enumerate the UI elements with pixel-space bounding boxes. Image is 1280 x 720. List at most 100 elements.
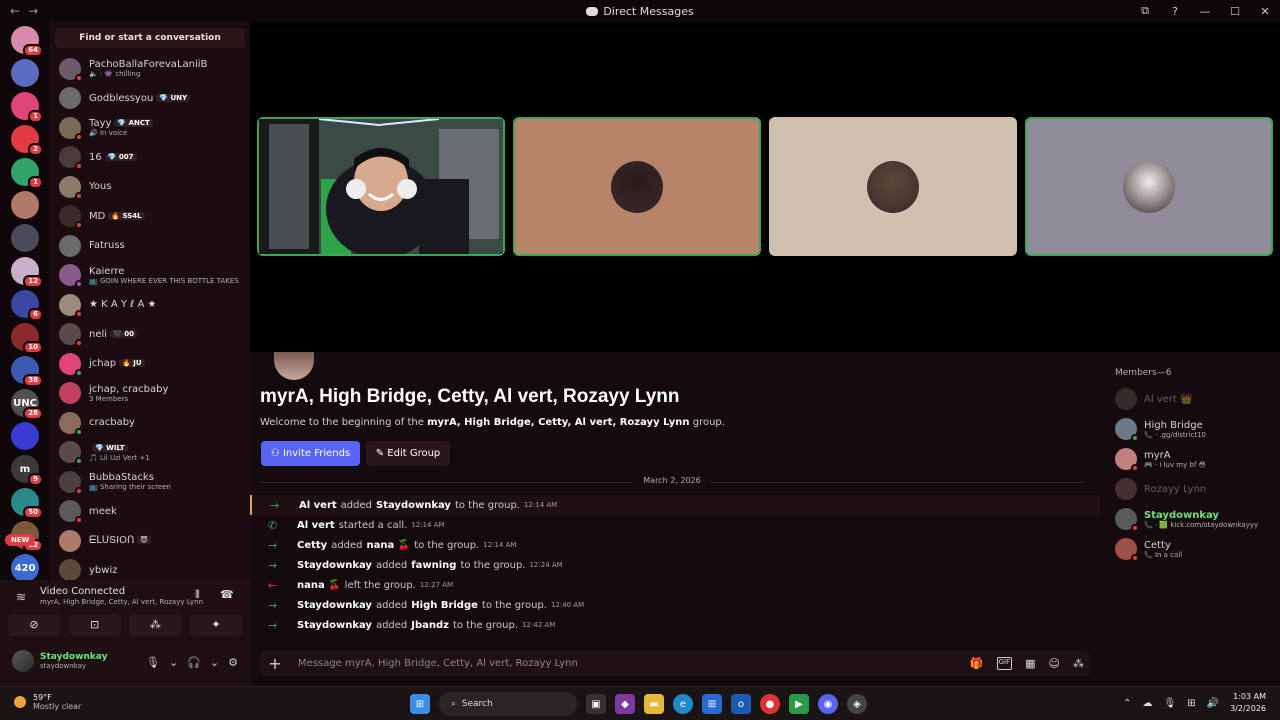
video-tile-webcam[interactable] bbox=[257, 117, 505, 256]
inbox-icon[interactable]: ⧉ bbox=[1130, 4, 1160, 18]
clock[interactable]: 1:03 AM 3/2/2026 bbox=[1230, 691, 1266, 715]
video-tile-3[interactable] bbox=[769, 117, 1017, 256]
member-item[interactable]: Rozayy Lynn bbox=[1115, 474, 1280, 504]
member-item[interactable]: Staydownkay 📞 · 🟩 kick.com/staydownkayyy bbox=[1115, 504, 1280, 534]
system-message[interactable]: → Staydownkay added High Bridge to the group… bbox=[250, 595, 1100, 615]
dm-search-button[interactable]: Find or start a conversation bbox=[55, 28, 245, 48]
message-target[interactable]: Staydownkay bbox=[376, 500, 451, 511]
message-target[interactable]: High Bridge bbox=[411, 600, 478, 611]
dm-item[interactable]: Godblessyou 💎 UNY bbox=[50, 84, 250, 114]
server-icon[interactable]: 1 bbox=[11, 92, 43, 123]
server-icon[interactable]: 420 bbox=[11, 554, 39, 580]
server-icon[interactable] bbox=[11, 191, 39, 219]
weather-widget[interactable]: 59°F Mostly clear bbox=[14, 693, 81, 711]
message-composer[interactable]: + Message myrA, High Bridge, Cetty, Al v… bbox=[260, 650, 1090, 676]
cloud-icon[interactable]: ☁ bbox=[1143, 698, 1153, 709]
dm-item[interactable]: Tayy 💎 ANCT 🔊 In voice bbox=[50, 113, 250, 143]
dm-item[interactable]: 16 💎 007 bbox=[50, 143, 250, 173]
server-icon[interactable]: 50 bbox=[11, 488, 43, 519]
dm-item[interactable]: meek bbox=[50, 497, 250, 527]
server-icon[interactable]: 12 bbox=[11, 257, 43, 288]
server-icon[interactable] bbox=[11, 224, 39, 252]
headphones-icon[interactable]: 🎧 bbox=[187, 656, 201, 669]
message-author[interactable]: Staydownkay bbox=[297, 560, 372, 571]
member-item[interactable]: High Bridge 📞 · .gg/district10 bbox=[1115, 414, 1280, 444]
dm-item[interactable]: ★ K A Y ℓ A ★ bbox=[50, 290, 250, 320]
dm-item[interactable]: 💎 WILT 🎵 Lil Uzi Vert +1 bbox=[50, 438, 250, 468]
dm-item[interactable]: Fatruss bbox=[50, 231, 250, 261]
windows-start-icon[interactable]: ⊞ bbox=[410, 694, 430, 714]
plus-icon[interactable]: + bbox=[260, 654, 290, 673]
edge-icon[interactable]: e bbox=[673, 694, 693, 714]
dm-item[interactable]: MD 🔥 SS4L bbox=[50, 202, 250, 232]
outlook-icon[interactable]: o bbox=[731, 694, 751, 714]
dm-item[interactable]: ybwiz bbox=[50, 556, 250, 580]
message-author[interactable]: nana 🍒 bbox=[297, 580, 341, 591]
message-input[interactable]: Message myrA, High Bridge, Cetty, Al ver… bbox=[298, 658, 578, 669]
edit-group-button[interactable]: ✎ Edit Group bbox=[366, 441, 450, 466]
server-icon[interactable]: 1 bbox=[11, 158, 43, 189]
app-icon[interactable]: ◈ bbox=[847, 694, 867, 714]
video-tile-2[interactable] bbox=[513, 117, 761, 256]
discord-app-icon[interactable]: ◉ bbox=[818, 694, 838, 714]
soundboard-button[interactable]: ✦ bbox=[189, 614, 242, 636]
server-icon[interactable]: 38 bbox=[11, 356, 43, 387]
server-icon[interactable]: 10 bbox=[11, 323, 43, 354]
server-icon[interactable] bbox=[11, 59, 39, 87]
camera-off-button[interactable]: ⊘ bbox=[8, 614, 60, 636]
system-message[interactable]: → Staydownkay added Jbandz to the group. 12:4… bbox=[250, 615, 1100, 635]
server-icon[interactable] bbox=[11, 422, 39, 450]
chrome-icon[interactable]: ● bbox=[760, 694, 780, 714]
dm-item[interactable]: Yous bbox=[50, 172, 250, 202]
current-user[interactable]: Staydownkay staydownkay bbox=[12, 650, 107, 672]
message-author[interactable]: Staydownkay bbox=[297, 620, 372, 631]
new-badge[interactable]: NEW bbox=[5, 534, 36, 546]
gift-icon[interactable]: 🎁 bbox=[970, 657, 984, 670]
member-item[interactable]: Al vert 👑 bbox=[1115, 384, 1280, 414]
apps-icon[interactable]: ⁂ bbox=[1073, 657, 1084, 670]
system-message[interactable]: → Staydownkay added fawning to the group. 12:… bbox=[250, 555, 1100, 575]
forward-arrow-icon[interactable]: → bbox=[28, 4, 38, 18]
help-icon[interactable]: ? bbox=[1160, 5, 1190, 18]
server-icon[interactable]: 2 bbox=[11, 125, 43, 156]
message-author[interactable]: Al vert bbox=[299, 500, 337, 511]
gif-icon[interactable]: GIF bbox=[996, 656, 1013, 670]
dm-item[interactable]: Kaierre 📺 GOIN WHERE EVER THIS BOTTLE TAK… bbox=[50, 261, 250, 291]
maximize-button[interactable]: ☐ bbox=[1220, 5, 1250, 18]
activities-button[interactable]: ⁂ bbox=[129, 614, 182, 636]
close-button[interactable]: ✕ bbox=[1250, 5, 1280, 18]
system-message[interactable]: ← nana 🍒 left the group. 12:27 AM bbox=[250, 575, 1100, 595]
dm-item[interactable]: cracbaby bbox=[50, 408, 250, 438]
volume-icon[interactable]: 🔊 bbox=[1207, 698, 1219, 709]
member-item[interactable]: Cetty 📞 In a call bbox=[1115, 534, 1280, 564]
chevron-down-icon[interactable]: ⌄ bbox=[210, 656, 219, 669]
chevron-down-icon[interactable]: ⌄ bbox=[169, 656, 178, 669]
system-message[interactable]: → Cetty added nana 🍒 to the group. 12:14 AM bbox=[250, 535, 1100, 555]
member-item[interactable]: myrA 🎮 · i luv my bf 😳 bbox=[1115, 444, 1280, 474]
dm-item[interactable]: neli 🖤 00 bbox=[50, 320, 250, 350]
file-explorer-icon[interactable]: ▬ bbox=[644, 694, 664, 714]
message-target[interactable]: nana 🍒 bbox=[367, 540, 411, 551]
system-message[interactable]: → Al vert added Staydownkay to the group. 12:… bbox=[250, 495, 1100, 515]
voice-channel[interactable]: myrA, High Bridge, Cetty, Al vert, Rozay… bbox=[40, 598, 203, 606]
invite-friends-button[interactable]: ⚇ Invite Friends bbox=[261, 441, 360, 466]
dm-item[interactable]: ᗴᒪᑌՏIOᑎ 😈 bbox=[50, 526, 250, 556]
chevron-up-icon[interactable]: ⌃ bbox=[1123, 698, 1131, 709]
disconnect-icon[interactable]: ☎ bbox=[220, 588, 234, 601]
dm-item[interactable]: jchap, cracbaby 3 Members bbox=[50, 379, 250, 409]
dm-item[interactable]: PachoBallaForevaLaniiB 🔈 · 👾 chilling bbox=[50, 54, 250, 84]
message-target[interactable]: fawning bbox=[411, 560, 456, 571]
store-app-icon[interactable]: ◆ bbox=[615, 694, 635, 714]
streaming-app-icon[interactable]: ▶ bbox=[789, 694, 809, 714]
message-author[interactable]: Staydownkay bbox=[297, 600, 372, 611]
dm-item[interactable]: jchap 🔥 JU bbox=[50, 349, 250, 379]
server-icon[interactable]: 6 bbox=[11, 290, 43, 321]
server-icon[interactable]: 64 bbox=[11, 26, 43, 57]
monitor-icon[interactable]: ⊞ bbox=[1187, 698, 1195, 709]
microsoft-store-icon[interactable]: ⊞ bbox=[702, 694, 722, 714]
noise-suppression-icon[interactable]: ⦀ bbox=[195, 588, 200, 602]
dm-item[interactable]: BubbaStacks 📺 Sharing their screen bbox=[50, 467, 250, 497]
taskbar-search[interactable]: ⌕ Search bbox=[439, 692, 577, 716]
video-tile-4[interactable] bbox=[1025, 117, 1273, 256]
system-message[interactable]: ✆ Al vert started a call. 12:14 AM bbox=[250, 515, 1100, 535]
